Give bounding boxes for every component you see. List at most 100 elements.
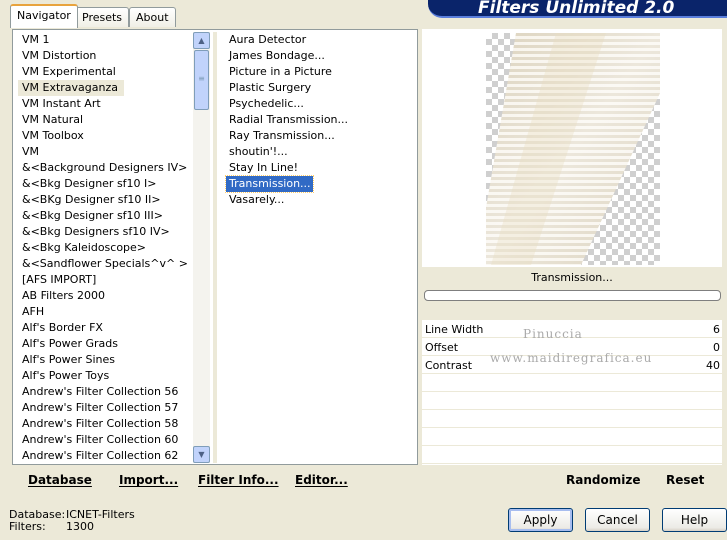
filter-item[interactable]: Transmission... [225, 175, 416, 193]
filter-item[interactable]: Radial Transmission... [226, 112, 416, 128]
filter-item[interactable]: Aura Detector [226, 32, 416, 48]
category-item[interactable]: &<Bkg Designers sf10 IV> [18, 224, 193, 240]
category-item[interactable]: Andrew's Filter Collection 58 [18, 416, 193, 432]
category-item-label: Andrew's Filter Collection 56 [22, 385, 179, 398]
preview-filter-name: Transmission... [531, 271, 613, 284]
category-item[interactable]: &<Background Designers IV> [18, 160, 193, 176]
param-name: Contrast [425, 359, 473, 372]
editor-button[interactable]: Editor... [295, 473, 348, 487]
category-item-label: &<BKg Designer sf10 II> [22, 193, 161, 206]
category-item[interactable]: &<Bkg Kaleidoscope> [18, 240, 193, 256]
category-item-label: Andrew's Filter Collection 60 [22, 433, 179, 446]
category-item-label: VM [22, 145, 40, 158]
param-empty-row [422, 446, 722, 464]
scroll-down-button[interactable]: ▼ [193, 446, 210, 463]
category-item-label: Andrew's Filter Collection 62 [22, 449, 179, 462]
filter-item-label: Aura Detector [229, 33, 307, 46]
param-empty-row [422, 428, 722, 446]
category-item-label: [AFS IMPORT] [22, 273, 97, 286]
filter-item-label: Picture in a Picture [229, 65, 332, 78]
category-item[interactable]: Alf's Power Grads [18, 336, 193, 352]
randomize-button[interactable]: Randomize [566, 473, 640, 487]
category-item[interactable]: Andrew's Filter Collection 62 [18, 448, 193, 464]
category-item[interactable]: Alf's Power Toys [18, 368, 193, 384]
category-item[interactable]: Alf's Power Sines [18, 352, 193, 368]
category-item[interactable]: AFH [18, 304, 193, 320]
param-name: Line Width [425, 323, 484, 336]
filter-list[interactable]: Aura Detector James Bondage... Picture in … [225, 32, 416, 208]
category-scrollbar[interactable]: ▲ ≡ ▼ [193, 32, 210, 463]
category-item[interactable]: VM Toolbox [18, 128, 193, 144]
filter-item[interactable]: Vasarely... [226, 192, 416, 208]
cancel-button[interactable]: Cancel [585, 508, 650, 532]
category-item-label: &<Bkg Designer sf10 I> [22, 177, 157, 190]
database-button[interactable]: Database [28, 473, 92, 487]
filter-item[interactable]: Stay In Line! [226, 160, 416, 176]
filter-item[interactable]: Ray Transmission... [226, 128, 416, 144]
category-item[interactable]: Andrew's Filter Collection 57 [18, 400, 193, 416]
category-item[interactable]: VM Experimental [18, 64, 193, 80]
category-item-label: Alf's Power Toys [22, 369, 110, 382]
category-item-label: AFH [22, 305, 45, 318]
category-item-label: AB Filters 2000 [22, 289, 106, 302]
param-value[interactable]: 40 [706, 359, 720, 372]
preview-label-bar: Transmission... [422, 267, 722, 289]
param-contrast[interactable]: Contrast 40 [422, 356, 722, 374]
filter-item-label: Transmission... [225, 175, 314, 193]
category-item[interactable]: &<BKg Designer sf10 II> [18, 192, 193, 208]
param-offset[interactable]: Offset 0 [422, 338, 722, 356]
category-item[interactable]: Andrew's Filter Collection 56 [18, 384, 193, 400]
filters-count-value: 1300 [66, 520, 94, 533]
reset-button[interactable]: Reset [666, 473, 704, 487]
filter-item[interactable]: James Bondage... [226, 48, 416, 64]
category-item-label: VM Instant Art [22, 97, 101, 110]
category-item[interactable]: VM Natural [18, 112, 193, 128]
param-value[interactable]: 0 [713, 341, 720, 354]
filter-item[interactable]: Picture in a Picture [226, 64, 416, 80]
tab-navigator[interactable]: Navigator [10, 4, 78, 28]
param-value[interactable]: 6 [713, 323, 720, 336]
category-item-label: &<Bkg Designer sf10 III> [22, 209, 164, 222]
category-item[interactable]: VM 1 [18, 32, 193, 48]
category-item[interactable]: VM Instant Art [18, 96, 193, 112]
category-item[interactable]: [AFS IMPORT] [18, 272, 193, 288]
category-item[interactable]: AB Filters 2000 [18, 288, 193, 304]
param-empty-row [422, 410, 722, 428]
navigator-button-bar: Database Import... Filter Info... Editor… [13, 465, 417, 491]
category-item-label: VM 1 [22, 33, 50, 46]
filter-item[interactable]: Plastic Surgery [226, 80, 416, 96]
progress-bar [424, 290, 721, 301]
preview-image [486, 33, 660, 265]
filter-item[interactable]: shoutin'!... [226, 144, 416, 160]
tab-presets[interactable]: Presets [75, 7, 130, 27]
import-button[interactable]: Import... [119, 473, 178, 487]
category-list[interactable]: VM 1 VM Distortion VM Experimental VM Extra… [18, 32, 193, 464]
category-item[interactable]: &<Sandflower Specials^v^ > [18, 256, 193, 272]
category-item[interactable]: Andrew's Filter Collection 60 [18, 432, 193, 448]
category-item-label: VM Natural [22, 113, 84, 126]
category-item[interactable]: &<Bkg Designer sf10 III> [18, 208, 193, 224]
filter-item[interactable]: Psychedelic... [226, 96, 416, 112]
category-item-label: Alf's Power Grads [22, 337, 118, 350]
filter-item-label: Stay In Line! [229, 161, 299, 174]
category-item[interactable]: VM Distortion [18, 48, 193, 64]
category-item-label: VM Experimental [22, 65, 116, 78]
category-item[interactable]: VM [18, 144, 193, 160]
tab-about[interactable]: About [129, 7, 176, 27]
category-item[interactable]: &<Bkg Designer sf10 I> [18, 176, 193, 192]
apply-button[interactable]: Apply [508, 508, 573, 532]
category-item[interactable]: VM Extravaganza [18, 80, 193, 96]
category-item[interactable]: Alf's Border FX [18, 320, 193, 336]
footer-info: Database: ICNET-Filters Filters: 1300 [9, 509, 209, 533]
scroll-up-button[interactable]: ▲ [193, 32, 210, 49]
filter-info-button[interactable]: Filter Info... [198, 473, 279, 487]
help-button[interactable]: Help [662, 508, 727, 532]
filter-item-label: shoutin'!... [229, 145, 288, 158]
filter-item-label: Ray Transmission... [229, 129, 335, 142]
parameter-panel: Line Width 6 Offset 0 Contrast 40 [422, 320, 722, 466]
category-item-label: VM Toolbox [22, 129, 84, 142]
scroll-thumb[interactable]: ≡ [194, 50, 209, 110]
param-line-width[interactable]: Line Width 6 [422, 320, 722, 338]
filter-item-label: Vasarely... [229, 193, 285, 206]
filter-item-label: James Bondage... [229, 49, 325, 62]
